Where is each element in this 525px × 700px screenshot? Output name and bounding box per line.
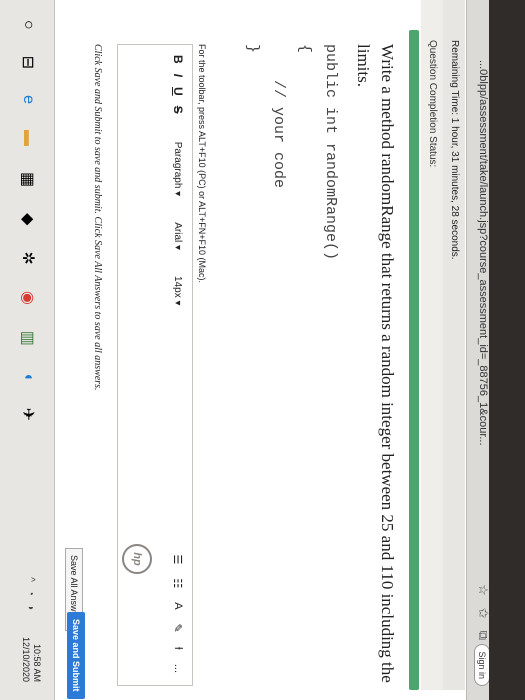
start-search-icon[interactable]: ○ xyxy=(19,20,37,30)
highlight-icon[interactable]: ✎ xyxy=(172,624,185,633)
question-text: Write a method randomRange that returns … xyxy=(354,44,397,683)
underline-button[interactable]: U xyxy=(171,87,185,96)
mail-icon[interactable]: ◆ xyxy=(18,213,38,225)
hp-logo: hp xyxy=(122,544,152,574)
size-select[interactable]: 14px ▾ xyxy=(173,276,184,306)
laptop-bezel xyxy=(489,0,525,700)
chevron-up-icon[interactable]: ^ xyxy=(25,577,36,582)
save-and-submit-button[interactable]: Save and Submit xyxy=(67,612,85,699)
clock-date: 12/10/2020 xyxy=(21,636,31,682)
code-line: } xyxy=(244,44,261,54)
font-select[interactable]: Arial ▾ xyxy=(173,222,184,250)
rotated-screen-content: ...0blpp/assessment/take/launch.jsp?cour… xyxy=(0,0,495,700)
cortana-icon[interactable]: ◖ xyxy=(19,372,37,382)
answer-editor[interactable] xyxy=(117,44,164,686)
editor-toolbar: B I U S Paragraph ▾ Arial ▾ 14px ▾ ☰ ☷ A… xyxy=(163,44,193,686)
remaining-time: Remaining Time: 1 hour, 31 minutes, 28 s… xyxy=(449,40,460,260)
feedback-icon[interactable]: ✈ xyxy=(18,408,38,421)
app-icon[interactable]: ▥ xyxy=(18,331,38,346)
strikethrough-button[interactable]: S xyxy=(171,106,185,114)
settings-icon[interactable]: ✲ xyxy=(18,251,38,264)
bold-button[interactable]: B xyxy=(171,55,185,64)
question-block: Write a method randomRange that returns … xyxy=(239,44,399,694)
system-tray-icons: ^ ◔ ◑ xyxy=(25,577,36,610)
taskbar-icons: ○ ⊟ e ▬ ▦ ◆ ✲ ◉ ▥ ◖ ✈ xyxy=(18,20,38,421)
font-select-value: Arial xyxy=(172,222,184,243)
task-view-icon[interactable]: ⊟ xyxy=(18,56,38,69)
clock-time: 10:58 AM xyxy=(32,643,42,682)
clock[interactable]: 10:58 AM 12/10/2020 xyxy=(20,637,42,682)
clear-format-icon[interactable]: Ɨ xyxy=(172,647,185,650)
size-select-value: 14px xyxy=(172,276,184,298)
store-icon[interactable]: ▦ xyxy=(18,172,38,187)
completion-status-bar[interactable]: Question Completion Status: xyxy=(421,0,443,690)
more-button[interactable]: ... xyxy=(172,664,185,673)
code-line: // your code xyxy=(270,44,287,189)
text-color-icon[interactable]: A xyxy=(172,602,185,609)
volume-icon[interactable]: ◑ xyxy=(25,604,36,610)
address-bar[interactable]: ...0blpp/assessment/take/launch.jsp?cour… xyxy=(477,60,489,446)
question-header-bar xyxy=(409,30,419,690)
submit-instructions: Click Save and Submit to save and submit… xyxy=(92,44,103,391)
chrome-icon[interactable]: ◉ xyxy=(18,291,38,305)
toolbar-right-group: ☰ ☷ A ✎ Ɨ ... xyxy=(172,554,185,673)
taskbar: ○ ⊟ e ▬ ▦ ◆ ✲ ◉ ▥ ◖ ✈ ^ ◔ ◑ 10:58 AM 12/… xyxy=(0,0,55,700)
paragraph-select[interactable]: Paragraph ▾ xyxy=(173,142,184,197)
code-line: public int randomRange() xyxy=(322,44,339,261)
paragraph-select-value: Paragraph xyxy=(172,141,184,189)
toolbar-note: For the toolbar, press ALT+F10 (PC) or A… xyxy=(197,44,207,284)
italic-button[interactable]: I xyxy=(171,74,185,77)
completion-status-label[interactable]: Question Completion Status: xyxy=(427,40,438,167)
edge-icon[interactable]: e xyxy=(19,95,37,104)
format-selectors: Paragraph ▾ Arial ▾ 14px ▾ xyxy=(173,142,184,306)
network-icon[interactable]: ◔ xyxy=(25,590,36,596)
code-line: { xyxy=(296,44,313,54)
sign-in-button[interactable]: Sign in xyxy=(474,644,490,686)
bullet-list-icon[interactable]: ☰ xyxy=(172,554,185,564)
laptop-screen: ...0blpp/assessment/take/launch.jsp?cour… xyxy=(0,0,495,700)
file-explorer-icon[interactable]: ▬ xyxy=(19,130,37,146)
code-snippet: public int randomRange() { // your code … xyxy=(239,44,343,694)
timer-bar: Remaining Time: 1 hour, 31 minutes, 28 s… xyxy=(442,0,465,690)
numbered-list-icon[interactable]: ☷ xyxy=(172,578,185,588)
